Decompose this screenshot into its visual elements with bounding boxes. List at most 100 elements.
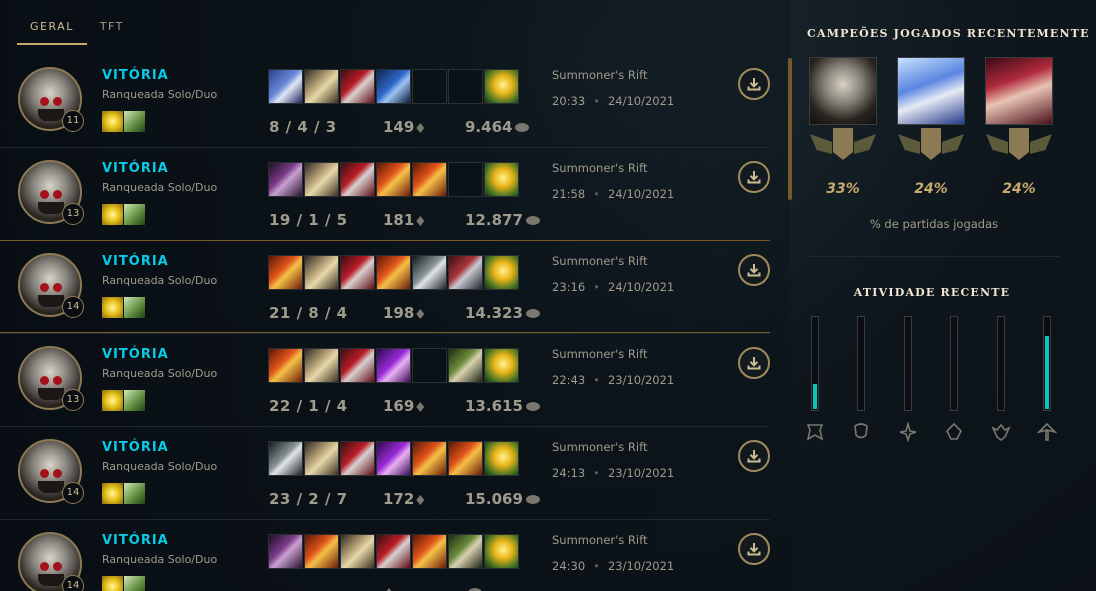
item-icon[interactable]	[376, 348, 411, 383]
gold-icon	[525, 309, 540, 318]
match-time: 23:16 • 24/10/2021	[552, 280, 675, 294]
kda-text: 8 / 4 / 3	[269, 118, 337, 136]
ghost-spell-icon[interactable]	[124, 111, 145, 132]
download-replay-button[interactable]	[738, 68, 770, 100]
item-icon[interactable]	[376, 162, 411, 197]
item-icon[interactable]	[412, 441, 447, 476]
download-replay-button[interactable]	[738, 533, 770, 565]
match-result: VITÓRIA	[102, 161, 169, 176]
champion-portrait-2[interactable]	[897, 57, 965, 125]
item-icon[interactable]	[340, 162, 375, 197]
item-icon[interactable]	[376, 69, 411, 104]
item-icon[interactable]	[484, 348, 519, 383]
flash-spell-icon[interactable]	[102, 297, 123, 318]
empty-item-slot[interactable]	[412, 69, 447, 104]
tab-geral[interactable]: GERAL	[17, 18, 87, 45]
mid-role-icon	[898, 421, 918, 443]
match-row[interactable]: 14 VITÓRIA Ranqueada Solo/Duo Summoner's…	[0, 520, 770, 591]
item-icon[interactable]	[340, 348, 375, 383]
match-duration: 24:30	[552, 559, 586, 573]
item-icon[interactable]	[340, 441, 375, 476]
item-icon[interactable]	[484, 69, 519, 104]
summoner-spells	[102, 111, 145, 132]
match-date: 23/10/2021	[607, 466, 675, 480]
champion-play-percent: 24%	[1002, 181, 1036, 197]
empty-item-slot[interactable]	[412, 348, 447, 383]
match-result: VITÓRIA	[102, 440, 169, 455]
ghost-spell-icon[interactable]	[124, 204, 145, 225]
match-row[interactable]: 14 VITÓRIA Ranqueada Solo/Duo 23 / 2 / 7…	[0, 427, 770, 520]
item-icon[interactable]	[484, 441, 519, 476]
item-icon[interactable]	[268, 255, 303, 290]
item-icon[interactable]	[304, 441, 339, 476]
creep-score: 169	[383, 397, 425, 415]
match-row[interactable]: 14 VITÓRIA Ranqueada Solo/Duo 21 / 8 / 4…	[0, 241, 770, 334]
summoner-spells	[102, 204, 145, 225]
item-icon[interactable]	[304, 69, 339, 104]
item-icon[interactable]	[376, 441, 411, 476]
tab-tft[interactable]: TFT	[87, 18, 137, 45]
item-icon[interactable]	[340, 534, 375, 569]
match-history-list[interactable]: 11 VITÓRIA Ranqueada Solo/Duo 8 / 4 / 3 …	[0, 55, 790, 591]
creep-score: 198	[383, 304, 425, 322]
item-icon[interactable]	[448, 441, 483, 476]
flash-spell-icon[interactable]	[102, 576, 123, 591]
flash-spell-icon[interactable]	[102, 204, 123, 225]
download-replay-button[interactable]	[738, 440, 770, 472]
download-replay-button[interactable]	[738, 347, 770, 379]
empty-item-slot[interactable]	[448, 162, 483, 197]
item-icon[interactable]	[412, 534, 447, 569]
item-icon[interactable]	[340, 69, 375, 104]
champion-portrait-3[interactable]	[985, 57, 1053, 125]
match-time: 24:13 • 23/10/2021	[552, 466, 675, 480]
ghost-spell-icon[interactable]	[124, 483, 145, 504]
flash-spell-icon[interactable]	[102, 111, 123, 132]
flash-spell-icon[interactable]	[102, 483, 123, 504]
match-row[interactable]: 13 VITÓRIA Ranqueada Solo/Duo 19 / 1 / 5…	[0, 148, 770, 241]
item-icon[interactable]	[268, 69, 303, 104]
item-icon[interactable]	[304, 348, 339, 383]
play-percent-caption: % de partidas jogadas	[869, 217, 999, 231]
item-icon[interactable]	[304, 162, 339, 197]
minion-icon	[416, 216, 425, 226]
item-icon[interactable]	[412, 255, 447, 290]
item-icon[interactable]	[448, 348, 483, 383]
minion-icon	[416, 123, 425, 133]
bot-role-icon	[944, 422, 964, 442]
match-row[interactable]: 11 VITÓRIA Ranqueada Solo/Duo 8 / 4 / 3 …	[0, 55, 770, 148]
ghost-spell-icon[interactable]	[124, 390, 145, 411]
match-date: 24/10/2021	[607, 280, 675, 294]
match-result: VITÓRIA	[102, 254, 169, 269]
empty-item-slot[interactable]	[448, 69, 483, 104]
ghost-spell-icon[interactable]	[124, 576, 145, 591]
item-icon[interactable]	[268, 162, 303, 197]
item-icon[interactable]	[304, 534, 339, 569]
item-icon[interactable]	[484, 534, 519, 569]
map-name: Summoner's Rift	[552, 161, 648, 175]
champion-portrait-1[interactable]	[809, 57, 877, 125]
item-icon[interactable]	[340, 255, 375, 290]
gold-earned: 12.877	[465, 211, 540, 229]
cs-value: 181	[383, 211, 415, 229]
item-icon[interactable]	[268, 441, 303, 476]
item-icon[interactable]	[268, 348, 303, 383]
match-row[interactable]: 13 VITÓRIA Ranqueada Solo/Duo 22 / 1 / 4…	[0, 334, 770, 427]
item-icon[interactable]	[448, 255, 483, 290]
tab-bar: GERAL TFT	[17, 18, 137, 45]
item-icon[interactable]	[376, 534, 411, 569]
item-icon[interactable]	[376, 255, 411, 290]
match-duration: 22:43	[552, 373, 586, 387]
flash-spell-icon[interactable]	[102, 390, 123, 411]
download-replay-button[interactable]	[738, 254, 770, 286]
jungle-role-icon	[851, 422, 871, 442]
item-icon[interactable]	[484, 255, 519, 290]
item-icon[interactable]	[484, 162, 519, 197]
item-icon[interactable]	[448, 534, 483, 569]
item-icon[interactable]	[304, 255, 339, 290]
download-replay-button[interactable]	[738, 161, 770, 193]
item-icon[interactable]	[412, 162, 447, 197]
ghost-spell-icon[interactable]	[124, 297, 145, 318]
row-highlight-bottom	[0, 332, 770, 333]
scrollbar-thumb[interactable]	[788, 58, 792, 200]
item-icon[interactable]	[268, 534, 303, 569]
